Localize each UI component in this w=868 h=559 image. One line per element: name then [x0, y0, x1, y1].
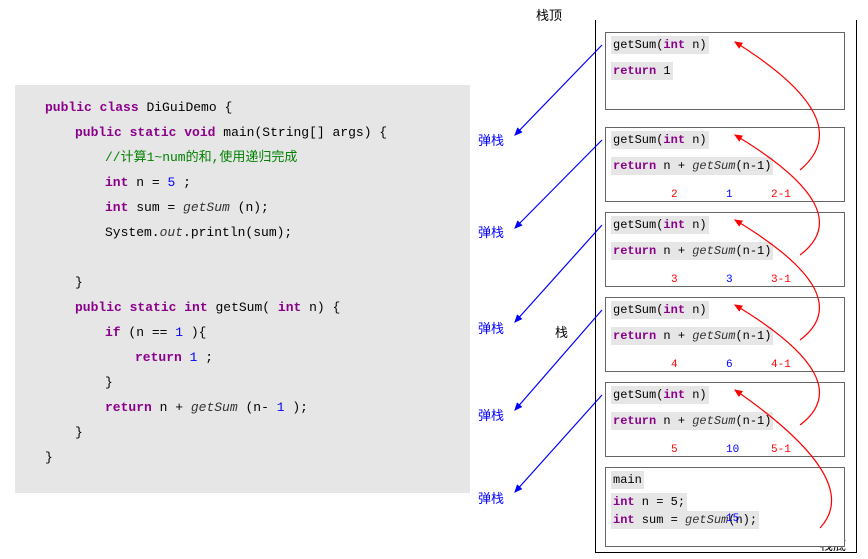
code-line: }: [20, 370, 465, 395]
frame-signature: getSum(int n): [611, 386, 709, 404]
frame-return: return 1: [611, 62, 673, 80]
annot-arg: 5-1: [771, 441, 791, 459]
frame-return: return n + getSum(n-1): [611, 242, 773, 260]
stack-top-label: 栈顶: [536, 5, 562, 24]
code-line: System.out.println(sum);: [20, 220, 465, 245]
annot-result: 1: [726, 186, 733, 204]
code-panel: public class DiGuiDemo { public static v…: [15, 85, 470, 493]
code-line: public static void main(String[] args) {: [20, 120, 465, 145]
pop-label: 弹栈: [478, 222, 504, 241]
frame-signature: main: [611, 471, 644, 489]
frame-return: return n + getSum(n-1): [611, 157, 773, 175]
stack-mid-label: 栈: [555, 322, 568, 341]
frame-signature: getSum(int n): [611, 301, 709, 319]
code-line: return 1 ;: [20, 345, 465, 370]
frame-signature: getSum(int n): [611, 131, 709, 149]
code-line: return n + getSum (n- 1 );: [20, 395, 465, 420]
pop-label: 弹栈: [478, 405, 504, 424]
code-line: public static int getSum( int n) {: [20, 295, 465, 320]
code-comment: //计算1~num的和,使用递归完成: [20, 145, 465, 170]
pop-label: 弹栈: [478, 488, 504, 507]
annot-result: 15: [726, 510, 739, 528]
pop-label: 弹栈: [478, 318, 504, 337]
annot-arg: 4-1: [771, 356, 791, 374]
annot-result: 6: [726, 356, 733, 374]
frame-signature: getSum(int n): [611, 216, 709, 234]
code-line: int sum = getSum (n);: [20, 195, 465, 220]
stack-frame: getSum(int n) return n + getSum(n-1) 5 1…: [605, 382, 845, 457]
annot-result: 10: [726, 441, 739, 459]
code-line: }: [20, 270, 465, 295]
annot-arg: 2-1: [771, 186, 791, 204]
stack-frame: getSum(int n) return 1: [605, 32, 845, 110]
stack-frame: getSum(int n) return n + getSum(n-1) 4 6…: [605, 297, 845, 372]
pop-label: 弹栈: [478, 130, 504, 149]
code-text: DiGuiDemo {: [146, 100, 232, 115]
code-line: if (n == 1 ){: [20, 320, 465, 345]
frame-signature: getSum(int n): [611, 36, 709, 54]
frame-return: return n + getSum(n-1): [611, 412, 773, 430]
kw: class: [100, 100, 139, 115]
code-line: public class DiGuiDemo {: [20, 95, 465, 120]
kw: public: [45, 100, 92, 115]
annot-n: 5: [671, 441, 678, 459]
stack-frame-main: main int n = 5; int sum = getSum(n); 15: [605, 467, 845, 547]
annot-n: 2: [671, 186, 678, 204]
annot-n: 4: [671, 356, 678, 374]
annot-n: 3: [671, 271, 678, 289]
frame-return: return n + getSum(n-1): [611, 327, 773, 345]
code-line: }: [20, 445, 465, 470]
annot-result: 3: [726, 271, 733, 289]
code-line: }: [20, 420, 465, 445]
code-line: [20, 245, 465, 270]
stack-frame: getSum(int n) return n + getSum(n-1) 2 1…: [605, 127, 845, 202]
stack-frame: getSum(int n) return n + getSum(n-1) 3 3…: [605, 212, 845, 287]
code-line: int n = 5 ;: [20, 170, 465, 195]
annot-arg: 3-1: [771, 271, 791, 289]
